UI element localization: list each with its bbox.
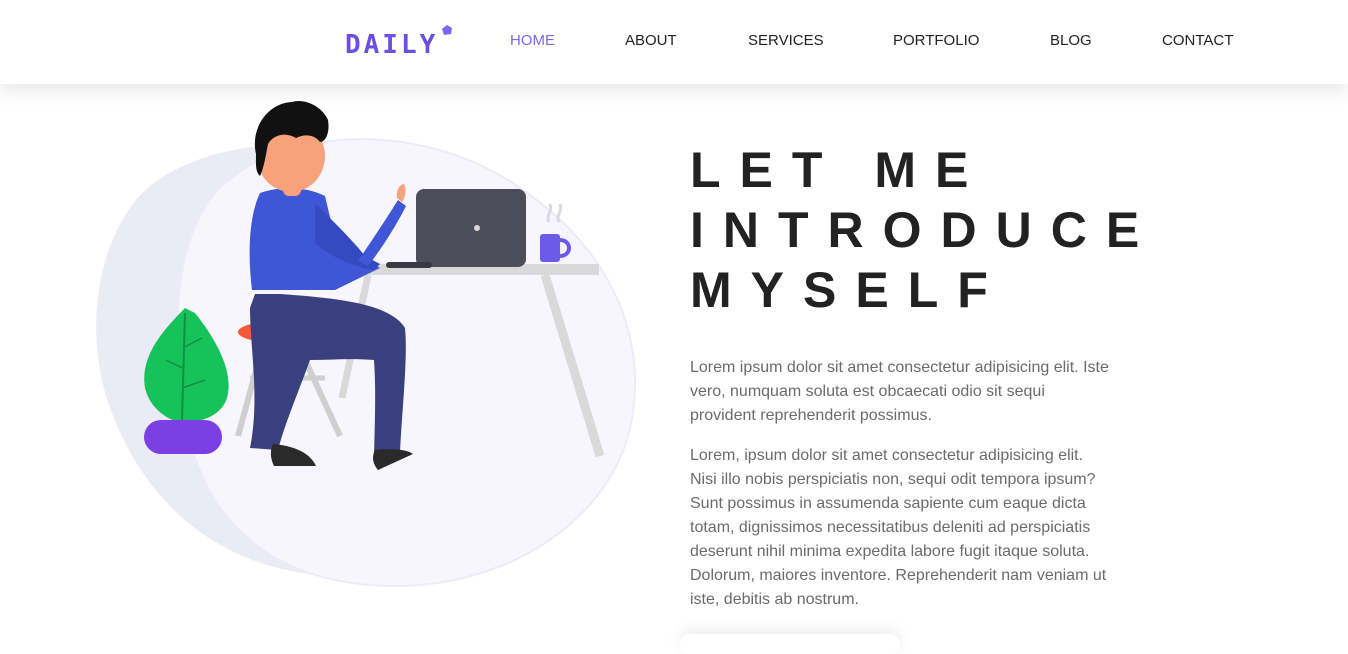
title-line-2: INTRODUCE	[690, 202, 1159, 258]
title-line-1: LET ME	[690, 142, 988, 198]
bottom-card-edge	[680, 634, 900, 654]
navbar: DAILY HOME ABOUT SERVICES PORTFOLIO BLOG…	[0, 0, 1348, 84]
logo-text: DAILY	[345, 30, 439, 60]
nav-services[interactable]: SERVICES	[748, 32, 824, 49]
front-blob	[176, 138, 637, 588]
nav-portfolio[interactable]: PORTFOLIO	[893, 32, 979, 49]
nav-home[interactable]: HOME	[510, 32, 555, 49]
hero-heading: LET ME INTRODUCE MYSELF	[690, 140, 1160, 320]
hero-illustration	[96, 100, 637, 588]
nav-blog[interactable]: BLOG	[1050, 32, 1092, 49]
logo-dot-icon	[442, 25, 453, 35]
nav-about[interactable]: ABOUT	[625, 32, 677, 49]
intro-paragraph-2: Lorem, ipsum dolor sit amet consectetur …	[690, 447, 1107, 608]
intro-paragraph-1: Lorem ipsum dolor sit amet consectetur a…	[690, 359, 1109, 424]
hero-title: LET ME INTRODUCE MYSELF	[690, 140, 1160, 320]
title-line-3: MYSELF	[690, 262, 1007, 318]
nav-contact[interactable]: CONTACT	[1162, 32, 1233, 49]
brand-logo[interactable]: DAILY	[345, 25, 453, 60]
